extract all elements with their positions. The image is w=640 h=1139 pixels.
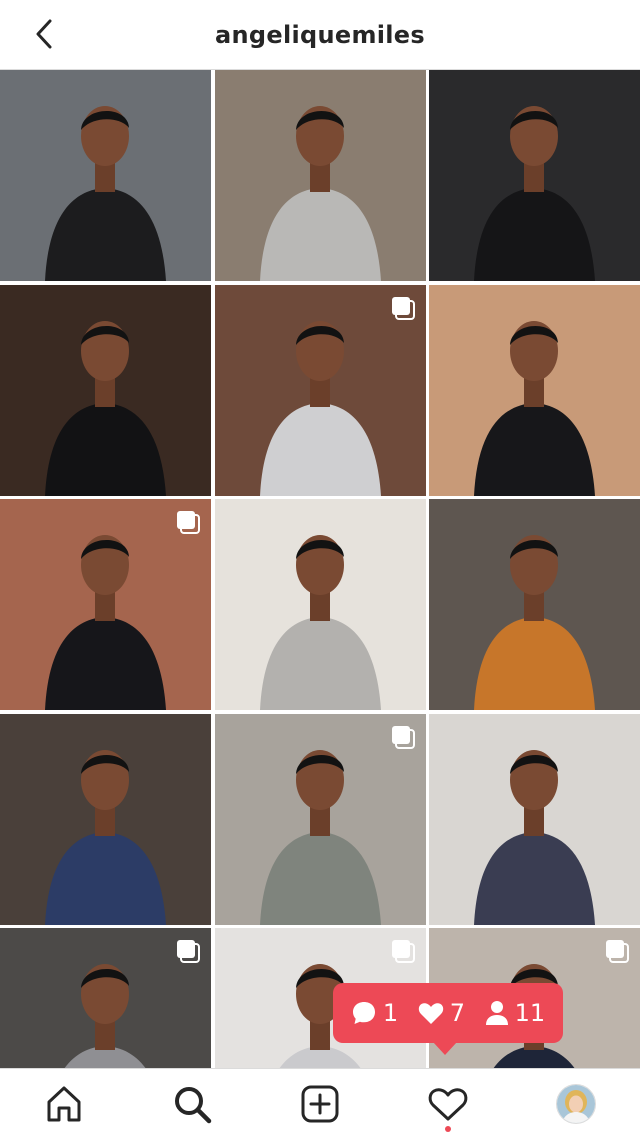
activity-tab[interactable]	[416, 1072, 480, 1136]
carousel-multiple-icon	[391, 725, 415, 749]
avatar	[556, 1084, 596, 1124]
post-grey-sweater-set[interactable]	[214, 499, 426, 710]
carousel-multiple-icon	[391, 940, 415, 963]
post-photo	[0, 713, 211, 925]
post-dark-wall-leggings[interactable]	[429, 70, 640, 281]
create-tab[interactable]	[288, 1072, 352, 1136]
post-photo	[429, 284, 640, 496]
post-photo	[0, 70, 211, 281]
post-black-jacket-restaurant[interactable]	[0, 284, 211, 496]
post-orange-sports-bra[interactable]	[429, 499, 640, 710]
bottom-tab-bar	[0, 1068, 640, 1139]
post-photo	[429, 70, 640, 281]
post-photo	[429, 499, 640, 710]
activity-notification-bubble[interactable]: 1 7 11	[333, 983, 563, 1055]
chevron-left-icon	[36, 19, 52, 49]
carousel-multiple-icon	[606, 940, 629, 963]
carousel-multiple-icon	[391, 296, 415, 320]
profile-username-title: angeliquemiles	[215, 20, 425, 49]
search-icon	[175, 1087, 212, 1124]
header-bar: angeliquemiles	[0, 0, 640, 70]
post-photo	[0, 284, 211, 496]
comments-stat: 1	[351, 999, 398, 1027]
carousel-multiple-icon	[177, 940, 200, 963]
search-tab[interactable]	[160, 1072, 224, 1136]
home-tab[interactable]	[32, 1072, 96, 1136]
plus-square-icon	[301, 1085, 339, 1123]
home-icon	[47, 1086, 81, 1122]
post-navy-tank-portrait[interactable]	[0, 713, 211, 925]
comment-bubble-icon	[352, 1002, 375, 1024]
heart-icon	[418, 1003, 443, 1024]
post-photo	[429, 713, 640, 925]
post-black-top-brick[interactable]	[0, 499, 211, 710]
back-button[interactable]	[24, 14, 64, 54]
post-photo	[214, 499, 426, 710]
post-grey-sports-bra-selfie[interactable]	[214, 713, 426, 925]
post-street-crosswalk[interactable]	[0, 70, 211, 281]
heart-outline-icon	[428, 1088, 468, 1121]
post-navy-cutout-top[interactable]	[429, 713, 640, 925]
post-grey-knit-portrait[interactable]	[0, 928, 211, 1068]
comments-count: 1	[382, 999, 399, 1027]
post-photo	[214, 70, 426, 281]
follows-count: 11	[514, 999, 546, 1027]
activity-notification-dot	[445, 1126, 451, 1132]
follows-stat: 11	[485, 999, 546, 1027]
likes-count: 7	[449, 999, 465, 1027]
carousel-multiple-icon	[177, 511, 200, 534]
post-grey-crop-stairs[interactable]	[214, 284, 426, 496]
profile-tab[interactable]	[544, 1072, 608, 1136]
likes-stat: 7	[418, 999, 465, 1027]
person-icon	[485, 1001, 508, 1025]
posts-grid	[0, 70, 640, 1068]
post-black-bodysuit[interactable]	[429, 284, 640, 496]
post-laptop-coffee[interactable]	[214, 70, 426, 281]
